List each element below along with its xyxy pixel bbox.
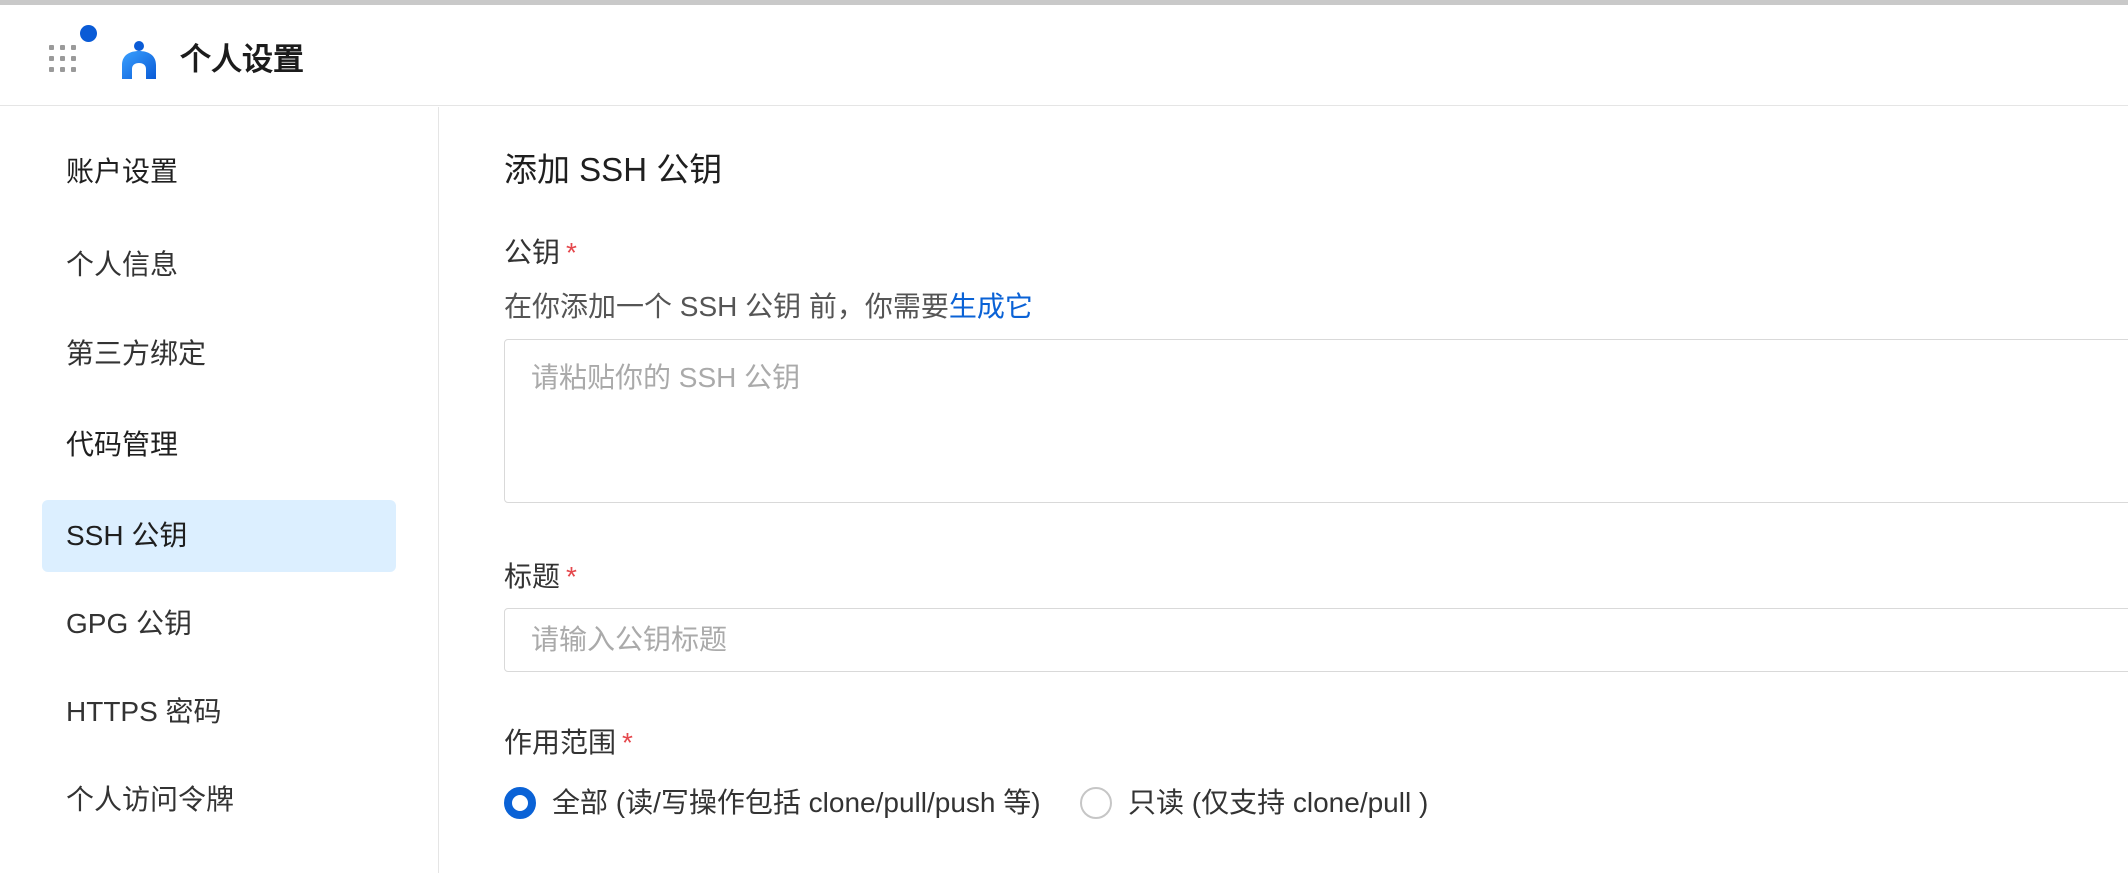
sidebar-item-label: 账户设置 bbox=[66, 156, 179, 187]
public-key-label-text: 公钥 bbox=[504, 237, 561, 268]
sidebar-item-label: 第三方绑定 bbox=[66, 338, 207, 369]
scope-option-label: 全部 (读/写操作包括 clone/pull/push 等) bbox=[552, 787, 1041, 818]
page-title: 个人设置 bbox=[180, 42, 304, 77]
radio-checked-icon[interactable] bbox=[504, 787, 536, 819]
notification-dot bbox=[80, 25, 97, 42]
sidebar-item-gpg-keys[interactable]: GPG 公钥 bbox=[42, 588, 396, 660]
sidebar-item-label: 个人信息 bbox=[66, 249, 179, 280]
sidebar-item-https-password[interactable]: HTTPS 密码 bbox=[42, 676, 396, 748]
sidebar-item-profile[interactable]: 个人信息 bbox=[42, 229, 396, 301]
sidebar-item-label: 代码管理 bbox=[66, 429, 179, 460]
key-title-input[interactable] bbox=[504, 608, 2128, 672]
generate-key-link[interactable]: 生成它 bbox=[949, 291, 1033, 322]
settings-sidebar: 账户设置 个人信息 第三方绑定 代码管理 SSH 公钥 GPG 公钥 HTTPS… bbox=[0, 107, 439, 873]
sidebar-section-code[interactable]: 代码管理 bbox=[42, 409, 396, 481]
app-header: 个人设置 bbox=[0, 5, 2128, 106]
required-mark: * bbox=[566, 561, 577, 592]
sidebar-item-label: SSH 公钥 bbox=[66, 520, 188, 551]
sidebar-item-access-tokens[interactable]: 个人访问令牌 bbox=[42, 764, 396, 836]
public-key-textarea[interactable] bbox=[504, 339, 2128, 503]
apps-menu-button[interactable] bbox=[44, 25, 97, 79]
sidebar-item-label: HTTPS 密码 bbox=[66, 696, 222, 727]
form-title: 添加 SSH 公钥 bbox=[504, 151, 723, 188]
sidebar-item-label: GPG 公钥 bbox=[66, 608, 193, 639]
scope-option-label: 只读 (仅支持 clone/pull ) bbox=[1128, 787, 1429, 818]
apps-grid-icon bbox=[49, 45, 76, 72]
sidebar-item-third-party[interactable]: 第三方绑定 bbox=[42, 318, 396, 390]
sidebar-section-account[interactable]: 账户设置 bbox=[42, 136, 396, 208]
hint-text: 在你添加一个 SSH 公钥 前，你需要 bbox=[504, 291, 949, 322]
scope-label-text: 作用范围 bbox=[504, 727, 617, 758]
scope-label: 作用范围 * bbox=[504, 721, 633, 761]
required-mark: * bbox=[566, 237, 577, 268]
sidebar-item-ssh-keys[interactable]: SSH 公钥 bbox=[42, 500, 396, 572]
required-mark: * bbox=[622, 727, 633, 758]
title-label-text: 标题 bbox=[504, 561, 561, 592]
title-label: 标题 * bbox=[504, 555, 577, 595]
person-logo-icon bbox=[122, 41, 156, 79]
sidebar-item-label: 个人访问令牌 bbox=[66, 784, 235, 815]
radio-unchecked-icon[interactable] bbox=[1080, 787, 1112, 819]
generate-key-hint: 在你添加一个 SSH 公钥 前，你需要生成它 bbox=[504, 285, 1033, 325]
page: 个人设置 账户设置 个人信息 第三方绑定 代码管理 SSH 公钥 GPG 公钥 … bbox=[0, 0, 2128, 873]
ssh-key-form: 添加 SSH 公钥 公钥* 在你添加一个 SSH 公钥 前，你需要生成它 标题*… bbox=[440, 107, 2128, 873]
scope-option-all[interactable]: 全部 (读/写操作包括 clone/pull/push 等) bbox=[504, 783, 1044, 823]
public-key-label: 公钥 * bbox=[504, 231, 577, 271]
scope-option-readonly[interactable]: 只读 (仅支持 clone/pull ) bbox=[1080, 783, 1480, 823]
